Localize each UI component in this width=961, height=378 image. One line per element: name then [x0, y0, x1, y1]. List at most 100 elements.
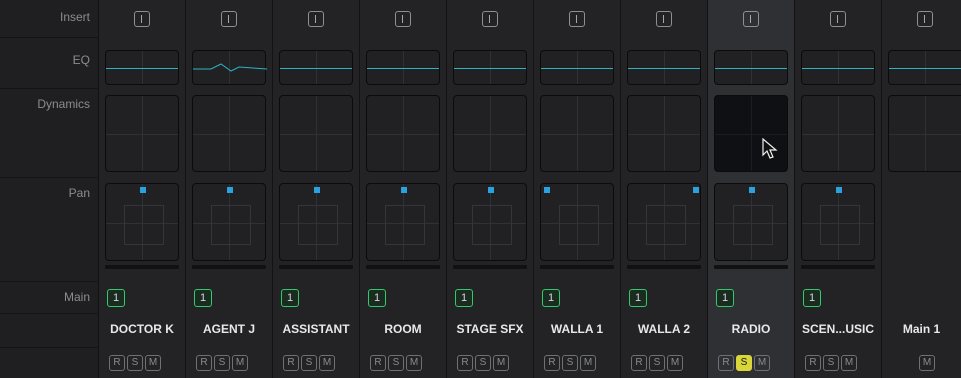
dynamics-graph[interactable] — [453, 95, 527, 172]
solo-button[interactable]: S — [214, 355, 230, 371]
mute-button[interactable]: M — [406, 355, 422, 371]
pan-width-bar[interactable] — [192, 265, 266, 269]
dynamics-graph[interactable] — [627, 95, 701, 172]
eq-graph[interactable] — [801, 50, 875, 85]
mute-button[interactable]: M — [580, 355, 596, 371]
record-button[interactable]: R — [805, 355, 821, 371]
pan-graph[interactable] — [801, 183, 875, 261]
insert-button[interactable] — [656, 11, 672, 27]
eq-graph[interactable] — [105, 50, 179, 85]
eq-graph[interactable] — [888, 50, 961, 85]
mute-button[interactable]: M — [232, 355, 248, 371]
eq-graph[interactable] — [627, 50, 701, 85]
track-name[interactable]: ASSISTANT — [273, 322, 359, 336]
pan-position-dot[interactable] — [140, 187, 146, 193]
pan-graph[interactable] — [627, 183, 701, 261]
track-name[interactable]: SCEN...USIC — [795, 322, 881, 336]
pan-position-dot[interactable] — [314, 187, 320, 193]
pan-position-dot[interactable] — [836, 187, 842, 193]
mute-button[interactable]: M — [841, 355, 857, 371]
pan-width-bar[interactable] — [453, 265, 527, 269]
eq-graph[interactable] — [540, 50, 614, 85]
record-button[interactable]: R — [283, 355, 299, 371]
mute-button[interactable]: M — [493, 355, 509, 371]
main-bus-button[interactable]: 1 — [542, 289, 560, 307]
record-button[interactable]: R — [544, 355, 560, 371]
track-name[interactable]: WALLA 2 — [621, 322, 707, 336]
pan-width-bar[interactable] — [366, 265, 440, 269]
mute-button[interactable]: M — [919, 355, 935, 371]
mute-button[interactable]: M — [319, 355, 335, 371]
main-bus-button[interactable]: 1 — [194, 289, 212, 307]
insert-button[interactable] — [308, 11, 324, 27]
eq-graph[interactable] — [714, 50, 788, 85]
eq-graph[interactable] — [366, 50, 440, 85]
solo-button[interactable]: S — [127, 355, 143, 371]
solo-button[interactable]: S — [475, 355, 491, 371]
record-button[interactable]: R — [370, 355, 386, 371]
dynamics-graph[interactable] — [279, 95, 353, 172]
eq-graph[interactable] — [279, 50, 353, 85]
main-bus-button[interactable]: 1 — [368, 289, 386, 307]
dynamics-graph[interactable] — [192, 95, 266, 172]
dynamics-graph[interactable] — [801, 95, 875, 172]
insert-button[interactable] — [482, 11, 498, 27]
solo-button[interactable]: S — [301, 355, 317, 371]
insert-button[interactable] — [395, 11, 411, 27]
dynamics-graph[interactable] — [366, 95, 440, 172]
insert-button[interactable] — [569, 11, 585, 27]
record-button[interactable]: R — [109, 355, 125, 371]
dynamics-graph[interactable] — [540, 95, 614, 172]
mute-button[interactable]: M — [145, 355, 161, 371]
pan-width-bar[interactable] — [714, 265, 788, 269]
track-name[interactable]: RADIO — [708, 322, 794, 336]
pan-width-bar[interactable] — [627, 265, 701, 269]
pan-graph[interactable] — [453, 183, 527, 261]
pan-position-dot[interactable] — [749, 187, 755, 193]
insert-button[interactable] — [830, 11, 846, 27]
insert-button[interactable] — [917, 11, 933, 27]
mute-button[interactable]: M — [667, 355, 683, 371]
solo-button-active[interactable]: S — [736, 355, 752, 371]
solo-button[interactable]: S — [388, 355, 404, 371]
pan-graph[interactable] — [366, 183, 440, 261]
insert-button[interactable] — [134, 11, 150, 27]
dynamics-graph[interactable] — [105, 95, 179, 172]
pan-graph[interactable] — [714, 183, 788, 261]
pan-width-bar[interactable] — [540, 265, 614, 269]
track-name[interactable]: WALLA 1 — [534, 322, 620, 336]
eq-graph[interactable] — [453, 50, 527, 85]
main-bus-button[interactable]: 1 — [107, 289, 125, 307]
main-bus-button[interactable]: 1 — [803, 289, 821, 307]
insert-button[interactable] — [221, 11, 237, 27]
pan-position-dot[interactable] — [488, 187, 494, 193]
solo-button[interactable]: S — [562, 355, 578, 371]
pan-position-dot[interactable] — [401, 187, 407, 193]
pan-width-bar[interactable] — [279, 265, 353, 269]
pan-graph[interactable] — [192, 183, 266, 261]
track-name[interactable]: ROOM — [360, 322, 446, 336]
solo-button[interactable]: S — [649, 355, 665, 371]
main-bus-button[interactable]: 1 — [281, 289, 299, 307]
main-bus-button[interactable]: 1 — [455, 289, 473, 307]
dynamics-graph[interactable] — [888, 95, 961, 172]
pan-graph[interactable] — [540, 183, 614, 261]
pan-position-dot[interactable] — [227, 187, 233, 193]
dynamics-graph[interactable] — [714, 95, 788, 172]
pan-width-bar[interactable] — [801, 265, 875, 269]
pan-width-bar[interactable] — [105, 265, 179, 269]
main-bus-button[interactable]: 1 — [716, 289, 734, 307]
track-name[interactable]: STAGE SFX — [447, 322, 533, 336]
track-name[interactable]: Main 1 — [882, 322, 961, 336]
solo-button[interactable]: S — [823, 355, 839, 371]
track-name[interactable]: DOCTOR K — [99, 322, 185, 336]
record-button[interactable]: R — [718, 355, 734, 371]
pan-graph[interactable] — [279, 183, 353, 261]
record-button[interactable]: R — [457, 355, 473, 371]
track-name[interactable]: AGENT J — [186, 322, 272, 336]
pan-graph[interactable] — [105, 183, 179, 261]
pan-position-dot[interactable] — [693, 187, 699, 193]
eq-graph[interactable] — [192, 50, 267, 85]
mute-button[interactable]: M — [754, 355, 770, 371]
insert-button[interactable] — [743, 11, 759, 27]
